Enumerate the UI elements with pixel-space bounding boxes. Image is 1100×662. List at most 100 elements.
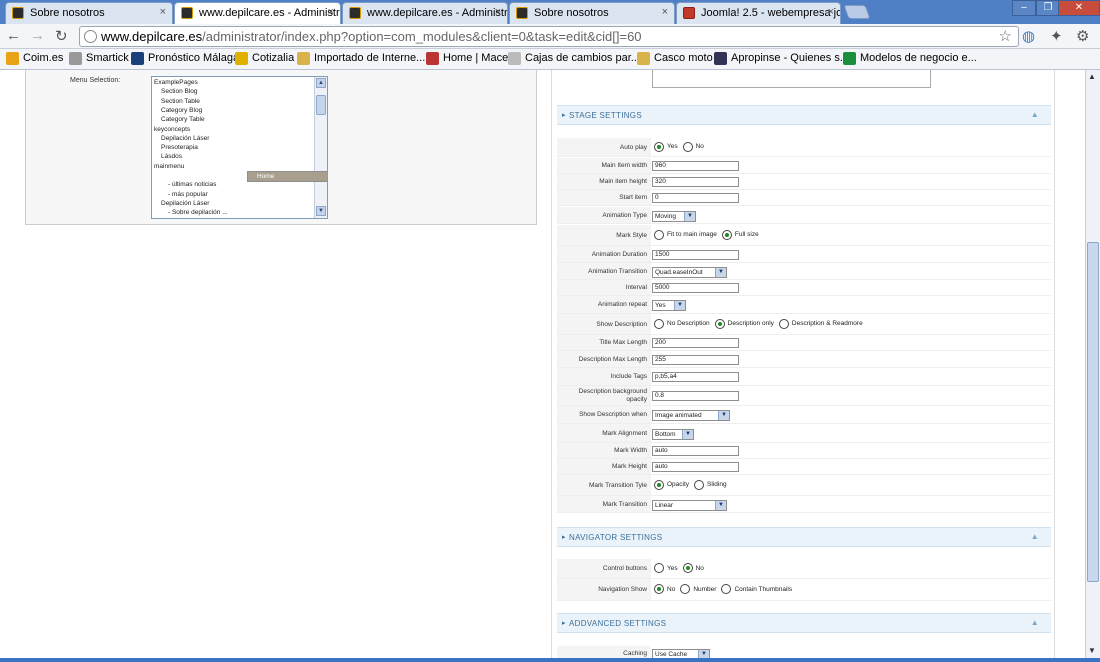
chevron-down-icon[interactable]: ▼: [715, 500, 726, 510]
radio-button[interactable]: [682, 563, 693, 573]
radio-button[interactable]: [654, 563, 664, 573]
text-input[interactable]: 255: [652, 354, 739, 365]
radio-button[interactable]: [778, 318, 789, 329]
radio-button[interactable]: [721, 229, 732, 240]
chevron-down-icon[interactable]: ▼: [698, 650, 709, 658]
forward-arrow-icon[interactable]: →: [30, 27, 45, 44]
list-item[interactable]: Depilación Láser: [152, 199, 315, 208]
radio-button[interactable]: [654, 229, 664, 240]
scroll-up-icon[interactable]: ▲: [316, 78, 326, 88]
text-input[interactable]: 0: [652, 193, 739, 203]
text-input[interactable]: p,b5,a4: [652, 372, 739, 382]
select-dropdown[interactable]: Quad.easeInOut ▼: [652, 266, 727, 278]
list-scrollbar[interactable]: ▲ ▼: [314, 77, 327, 218]
radio-button[interactable]: [680, 584, 691, 594]
bookmark-item[interactable]: Modelos de negocio e...: [843, 52, 977, 65]
maximize-button[interactable]: ❐: [1036, 0, 1060, 16]
chevron-down-icon[interactable]: ▼: [718, 411, 729, 420]
collapse-icon[interactable]: ▲: [1031, 110, 1039, 119]
browser-tab[interactable]: Sobre nosotros ×: [5, 2, 173, 24]
bookmark-item[interactable]: Coim.es: [6, 52, 63, 65]
address-bar[interactable]: www.depilcare.es/administrator/index.php…: [79, 26, 1019, 47]
radio-button[interactable]: [682, 141, 693, 152]
collapse-icon[interactable]: ▲: [1031, 532, 1039, 541]
text-input[interactable]: 200: [652, 338, 739, 348]
radio-button[interactable]: [654, 479, 664, 490]
list-item[interactable]: Depilación Láser: [152, 134, 315, 143]
section-header[interactable]: ▸ ADDVANCED SETTINGS ▲: [557, 613, 1051, 633]
minimize-button[interactable]: –: [1012, 0, 1036, 16]
list-item[interactable]: ExamplePages: [152, 78, 315, 87]
text-input[interactable]: 320: [652, 177, 739, 187]
scroll-up-icon[interactable]: ▲: [1088, 72, 1096, 81]
browser-tab[interactable]: Joomla! 2.5 - webempresa joo ×: [676, 2, 841, 24]
radio-button[interactable]: [654, 318, 664, 329]
new-tab-button[interactable]: [843, 5, 871, 19]
close-tab-icon[interactable]: ×: [495, 6, 501, 18]
close-tab-icon[interactable]: ×: [662, 6, 668, 18]
scroll-down-icon[interactable]: ▼: [316, 206, 326, 216]
bookmark-item[interactable]: Home | Mace: [426, 52, 508, 65]
list-item[interactable]: Section Table: [152, 97, 315, 106]
close-window-button[interactable]: ✕: [1058, 0, 1100, 16]
bookmark-item[interactable]: Cajas de cambios par...: [508, 52, 640, 65]
list-item[interactable]: - últimas noticias: [152, 180, 315, 189]
chevron-down-icon[interactable]: ▼: [684, 211, 695, 221]
select-dropdown[interactable]: Linear ▼: [652, 499, 727, 511]
text-input[interactable]: 1500: [652, 249, 739, 260]
radio-button[interactable]: [654, 584, 664, 594]
list-item[interactable]: mainmenu: [152, 162, 315, 171]
close-tab-icon[interactable]: ×: [160, 6, 166, 18]
select-dropdown[interactable]: Use Cache ▼: [652, 649, 710, 658]
collapse-icon[interactable]: ▲: [1031, 618, 1039, 627]
text-input[interactable]: auto: [652, 462, 739, 472]
select-dropdown[interactable]: Image animated ▼: [652, 410, 730, 421]
bookmark-item[interactable]: Importado de Interne...: [297, 52, 425, 65]
chevron-down-icon[interactable]: ▼: [674, 301, 685, 310]
close-tab-icon[interactable]: ×: [328, 6, 334, 18]
translate-icon[interactable]: ◍: [1022, 27, 1035, 45]
radio-button[interactable]: [694, 479, 705, 490]
list-item[interactable]: Lásdos: [152, 152, 315, 161]
extension-icon[interactable]: ✦: [1050, 27, 1063, 45]
scroll-thumb[interactable]: [316, 95, 326, 115]
list-item[interactable]: - Sobre depilación ...: [152, 208, 315, 217]
list-item[interactable]: Category Table: [152, 115, 315, 124]
browser-tab[interactable]: Sobre nosotros ×: [509, 2, 675, 24]
text-input[interactable]: auto: [652, 446, 739, 456]
bookmark-item[interactable]: Apropinse - Quienes s...: [714, 52, 849, 65]
radio-button[interactable]: [714, 318, 725, 329]
chevron-down-icon[interactable]: ▼: [682, 429, 693, 439]
list-item[interactable]: keyconcepts: [152, 125, 315, 134]
radio-button[interactable]: [721, 584, 732, 594]
text-input[interactable]: 5000: [652, 283, 739, 293]
wrench-icon[interactable]: ⚙: [1076, 27, 1089, 45]
bookmark-item[interactable]: Pronóstico Málaga: [131, 52, 239, 65]
menu-selection-list[interactable]: ▲ ▼ ExamplePages Section Blog Section Tabl…: [151, 76, 328, 219]
section-header[interactable]: ▸ NAVIGATOR SETTINGS ▲: [557, 527, 1051, 547]
list-item[interactable]: Section Blog: [152, 87, 315, 96]
scroll-down-icon[interactable]: ▼: [1088, 646, 1096, 655]
page-scrollbar[interactable]: ▲ ▼: [1085, 70, 1100, 658]
list-item[interactable]: Presoterapia: [152, 143, 315, 152]
list-item[interactable]: - más popular: [152, 190, 315, 199]
bookmark-star-icon[interactable]: ☆: [999, 27, 1012, 45]
browser-tab[interactable]: www.depilcare.es - Administra ×: [342, 2, 508, 24]
chevron-down-icon[interactable]: ▼: [715, 267, 726, 277]
bookmark-item[interactable]: Casco moto: [637, 52, 713, 65]
close-tab-icon[interactable]: ×: [828, 6, 834, 18]
section-header[interactable]: ▸ STAGE SETTINGS ▲: [557, 105, 1051, 125]
bookmark-item[interactable]: Smartick: [69, 52, 129, 65]
reload-icon[interactable]: ↻: [55, 27, 68, 45]
select-dropdown[interactable]: Moving ▼: [652, 210, 696, 222]
text-input[interactable]: 960: [652, 161, 739, 171]
bookmark-item[interactable]: Cotizalia: [235, 52, 294, 65]
browser-tab[interactable]: www.depilcare.es - Administra ×: [174, 2, 341, 24]
list-item[interactable]: Category Blog: [152, 106, 315, 115]
radio-button[interactable]: [654, 141, 664, 152]
select-dropdown[interactable]: Yes ▼: [652, 300, 686, 311]
back-arrow-icon[interactable]: ←: [6, 27, 21, 44]
select-dropdown[interactable]: Bottom ▼: [652, 428, 694, 440]
textarea-bottom[interactable]: [652, 70, 931, 88]
scroll-thumb[interactable]: [1087, 242, 1099, 582]
